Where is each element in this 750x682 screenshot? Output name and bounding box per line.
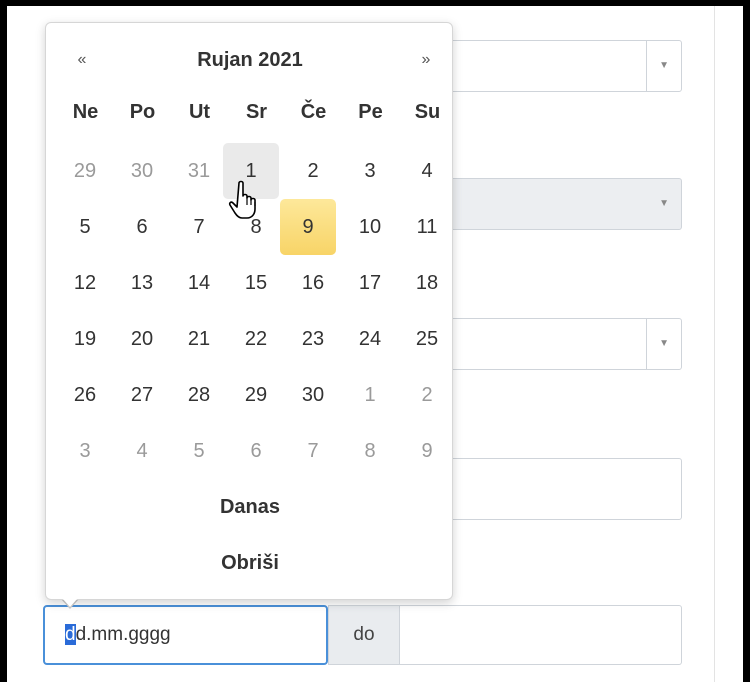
- today-button[interactable]: Danas: [46, 487, 454, 527]
- day-cell[interactable]: 22: [228, 311, 284, 367]
- day-cell[interactable]: 24: [342, 311, 398, 367]
- day-cell[interactable]: 1: [342, 367, 398, 423]
- day-cell[interactable]: 7: [285, 423, 341, 479]
- day-cell[interactable]: 30: [114, 143, 170, 199]
- datepicker-popup: « Rujan 2021 » Ne Po Ut Sr Če Pe Su 29 3…: [45, 22, 453, 600]
- chevron-down-icon[interactable]: ▼: [659, 338, 669, 350]
- day-cell[interactable]: 4: [399, 143, 455, 199]
- day-cell[interactable]: 13: [114, 255, 170, 311]
- next-month-button[interactable]: »: [406, 45, 446, 75]
- weekday-header: Pe: [358, 101, 383, 123]
- day-cell[interactable]: 7: [171, 199, 227, 255]
- column-divider: [714, 6, 715, 682]
- day-cell[interactable]: 31: [171, 143, 227, 199]
- date-to-input[interactable]: [400, 605, 682, 665]
- day-cell[interactable]: 6: [228, 423, 284, 479]
- select-separator: [646, 41, 647, 91]
- weekday-header: Su: [414, 101, 441, 123]
- day-cell[interactable]: 23: [285, 311, 341, 367]
- day-cell[interactable]: 12: [57, 255, 113, 311]
- day-cell[interactable]: 11: [399, 199, 455, 255]
- day-cell[interactable]: 5: [171, 423, 227, 479]
- day-cell[interactable]: 3: [342, 143, 398, 199]
- day-cell[interactable]: 9: [399, 423, 455, 479]
- date-from-placeholder: d.mm.gggg: [75, 624, 171, 645]
- day-cell[interactable]: 29: [57, 143, 113, 199]
- weekday-header: Ne: [72, 101, 99, 123]
- window-frame-right: [743, 0, 750, 682]
- select-field-1[interactable]: ▼: [430, 40, 682, 92]
- hand-cursor-icon: [228, 180, 256, 219]
- day-cell[interactable]: 25: [399, 311, 455, 367]
- day-cell[interactable]: 20: [114, 311, 170, 367]
- date-range-to-label: do: [328, 605, 400, 665]
- day-cell[interactable]: 14: [171, 255, 227, 311]
- window-frame-top: [0, 0, 750, 6]
- day-cell[interactable]: 18: [399, 255, 455, 311]
- select-field-2-disabled: ▼: [430, 178, 682, 230]
- day-cell[interactable]: 19: [57, 311, 113, 367]
- day-cell[interactable]: 10: [342, 199, 398, 255]
- day-cell[interactable]: 16: [285, 255, 341, 311]
- prev-month-button[interactable]: «: [62, 45, 102, 75]
- day-cell[interactable]: 17: [342, 255, 398, 311]
- day-cell[interactable]: 2: [285, 143, 341, 199]
- day-cell[interactable]: 29: [228, 367, 284, 423]
- day-cell[interactable]: 6: [114, 199, 170, 255]
- chevron-down-icon: ▼: [659, 198, 669, 209]
- day-cell[interactable]: 28: [171, 367, 227, 423]
- select-separator: [646, 319, 647, 369]
- day-cell[interactable]: 30: [285, 367, 341, 423]
- day-cell[interactable]: 15: [228, 255, 284, 311]
- select-field-3[interactable]: ▼: [430, 318, 682, 370]
- weekday-header: Sr: [245, 101, 268, 123]
- datepicker-month-title[interactable]: Rujan 2021: [171, 45, 329, 75]
- date-from-selected-char: d: [65, 624, 76, 645]
- date-from-input[interactable]: dd.mm.gggg: [43, 605, 328, 665]
- window-frame-left: [0, 0, 7, 682]
- day-cell[interactable]: 5: [57, 199, 113, 255]
- day-cell[interactable]: 26: [57, 367, 113, 423]
- weekday-header: Ut: [188, 101, 211, 123]
- text-input-field[interactable]: [430, 458, 682, 520]
- day-cell[interactable]: 27: [114, 367, 170, 423]
- day-cell[interactable]: 2: [399, 367, 455, 423]
- clear-button[interactable]: Obriši: [46, 543, 454, 583]
- weekday-header: Po: [129, 101, 156, 123]
- chevron-down-icon[interactable]: ▼: [659, 60, 669, 72]
- day-cell[interactable]: 21: [171, 311, 227, 367]
- day-cell[interactable]: 4: [114, 423, 170, 479]
- weekday-header: Če: [300, 101, 327, 123]
- datepicker-pointer: [62, 598, 78, 607]
- day-cell-today[interactable]: 9: [280, 199, 336, 255]
- day-cell[interactable]: 3: [57, 423, 113, 479]
- day-cell[interactable]: 8: [342, 423, 398, 479]
